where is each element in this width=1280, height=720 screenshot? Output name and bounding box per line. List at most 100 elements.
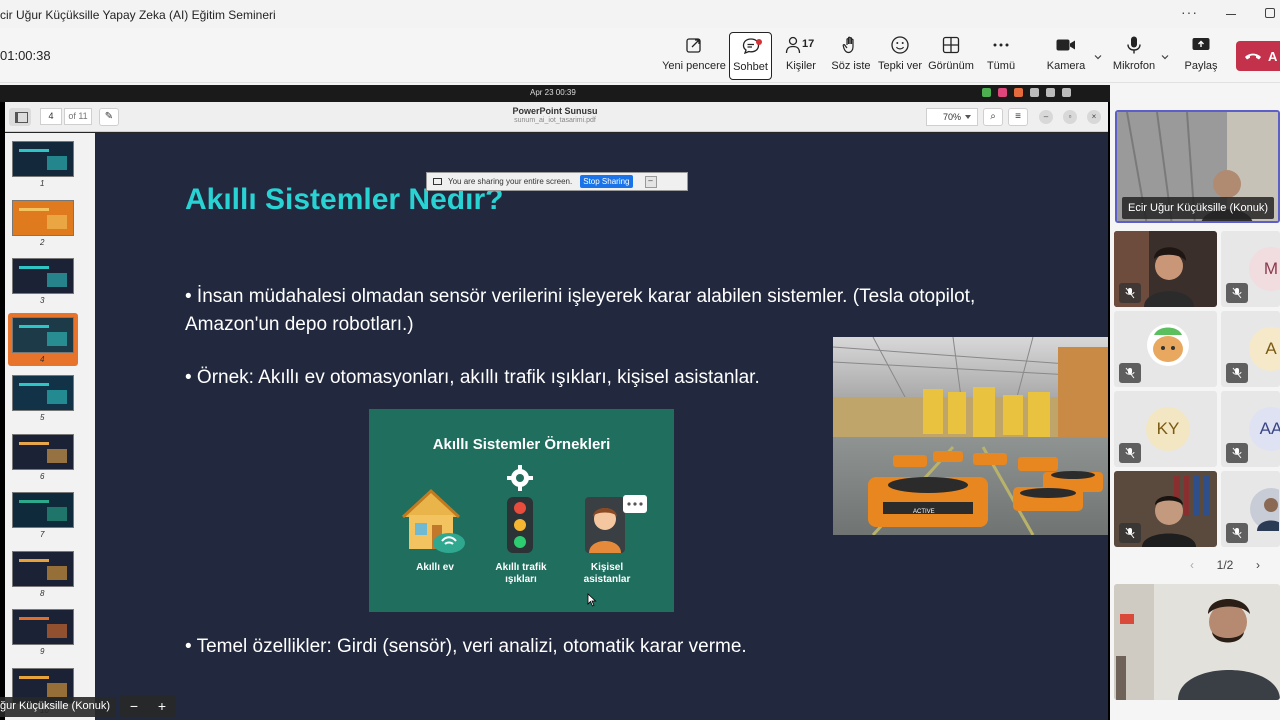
more-options-icon[interactable]: ··· [1181,4,1198,20]
raise-hand-label: Söz iste [831,60,871,72]
participant-avatar: AA [1249,407,1280,451]
zoom-in-button[interactable]: + [158,698,166,714]
svg-text:ACTIVE: ACTIVE [913,509,935,515]
raise-hand-button[interactable]: Söz iste [831,32,871,80]
participant-tile[interactable] [1221,471,1280,547]
participant-tile[interactable] [1114,471,1217,547]
thumbnail-title-mark [19,383,49,386]
participant-tile[interactable]: AA [1221,391,1280,467]
participant-avatar-image [1147,324,1189,366]
smart-home-icon [401,488,465,553]
thumbnail-title-mark [19,149,49,152]
muted-mic-icon [1226,363,1248,383]
main-speaker-tile[interactable]: Ecir Uğur Küçüksille (Konuk) [1115,110,1280,223]
thumbnail-image-mark [47,273,67,287]
maximize-icon[interactable] [1265,8,1275,18]
remote-system-bar: Apr 23 00:39 [0,85,1110,102]
participants-panel: Ecir Uğur Küçüksille (Konuk) M A KY AA ‹… [1110,85,1280,720]
page-thumbnail[interactable] [12,199,74,236]
previous-page-chevron-icon[interactable]: ‹ [1190,558,1194,572]
participant-tile[interactable]: A [1221,311,1280,387]
microphone-icon [1124,32,1144,58]
infographic-item-3-line-1: Kişisel [590,562,624,573]
shared-screen: Apr 23 00:39 4 of 11 ✎ PowerPoint Sunusu… [0,85,1110,720]
wifi-icon [1030,88,1039,97]
microphone-button[interactable]: Mikrofon [1112,32,1156,80]
close-icon[interactable]: × [1087,110,1101,124]
muted-mic-icon [1119,363,1141,383]
menu-icon[interactable]: ≡ [1008,108,1028,126]
main-speaker-name: Ecir Uğur Küçüksille (Konuk) [1122,197,1274,219]
tray-icon [1014,88,1023,97]
stop-sharing-button[interactable]: Stop Sharing [580,175,633,188]
warehouse-robots-photo: ACTIVE [833,337,1108,535]
thumbnail-title-mark [19,324,49,328]
people-button[interactable]: 17 Kişiler [780,32,822,80]
page-count: of 11 [64,108,92,125]
chat-button[interactable]: Sohbet [729,32,772,80]
next-page-chevron-icon[interactable]: › [1256,558,1260,572]
share-label: Paylaş [1184,60,1218,72]
leave-button[interactable]: A [1236,41,1280,71]
thumbnail-image-mark [47,390,67,404]
sidebar-toggle-icon[interactable] [9,108,31,126]
participant-tile[interactable]: KY [1114,391,1217,467]
thumbnail-image-mark [47,448,67,463]
share-screen-icon [1191,32,1211,58]
camera-options-chevron-icon[interactable] [1094,53,1102,61]
infographic-item-1: Akıllı ev [416,562,454,573]
thumbnail-number: 8 [40,588,45,598]
page-thumbnail[interactable] [12,258,74,294]
thumbnail-number: 7 [40,530,45,539]
more-button[interactable]: Tümü [985,32,1017,80]
page-thumbnail[interactable] [12,609,74,645]
page-thumbnail[interactable] [12,141,74,177]
infographic-item-2-line-2: ışıkları [505,574,537,585]
system-tray [982,88,1071,97]
search-icon[interactable]: ⌕ [983,108,1003,126]
self-view-tile[interactable] [1114,584,1280,700]
react-button[interactable]: Tepki ver [878,32,922,80]
zoom-out-button[interactable]: − [130,698,138,714]
participant-tile[interactable]: M [1221,231,1280,307]
annotate-pen-icon[interactable]: ✎ [99,108,119,126]
chat-notification-dot [756,39,762,45]
thumbnail-title-mark [19,675,49,679]
thumbnail-number: 9 [40,647,45,656]
page-thumbnail[interactable] [12,375,74,411]
infographic-item-2-line-1: Akıllı trafik [495,562,547,573]
participant-tile[interactable] [1114,311,1217,387]
restore-icon[interactable]: ▫ [1063,110,1077,124]
page-number-input[interactable]: 4 [40,108,62,125]
page-thumbnail[interactable] [12,316,74,353]
camera-icon [1055,32,1077,58]
svg-text:17: 17 [802,38,814,50]
page-thumbnail[interactable] [12,492,74,528]
view-button[interactable]: Görünüm [928,32,974,80]
participant-pager: ‹ 1/2 › [1190,557,1260,573]
people-label: Kişiler [786,60,816,72]
thumbnail-number: 1 [40,179,45,188]
remote-clock: Apr 23 00:39 [530,88,576,97]
participant-tile[interactable] [1114,231,1217,307]
share-button[interactable]: Paylaş [1184,32,1218,80]
minimize-icon[interactable]: – [1039,110,1053,124]
participant-avatar-image [1250,488,1279,531]
page-thumbnail[interactable] [12,433,74,470]
window-titlebar: cir Uğur Küçüksille Yapay Zeka (AI) Eğit… [0,0,1280,28]
microphone-options-chevron-icon[interactable] [1161,53,1169,61]
new-window-button[interactable]: Yeni pencere [662,32,726,80]
infographic-item-3: Kişisel asistanlar [572,562,642,586]
participant-avatar: KY [1146,407,1190,451]
page-thumbnail[interactable] [12,550,74,587]
hide-sharing-bar-button[interactable]: – [644,175,657,188]
more-label: Tümü [986,60,1016,72]
infographic-title: Akıllı Sistemler Örnekleri [432,436,611,453]
smart-systems-infographic: Akıllı Sistemler Örnekleri Akıllı ev Akı… [369,409,674,612]
zoom-select[interactable]: 70% [926,108,978,126]
traffic-light-gear-icon [507,465,533,553]
minimize-icon[interactable] [1226,6,1236,20]
camera-button[interactable]: Kamera [1046,32,1086,80]
thumbnail-sidebar: 12345678910 [5,133,95,720]
bullet-1-line-1: • İnsan müdahalesi olmadan sensör verile… [185,286,976,307]
